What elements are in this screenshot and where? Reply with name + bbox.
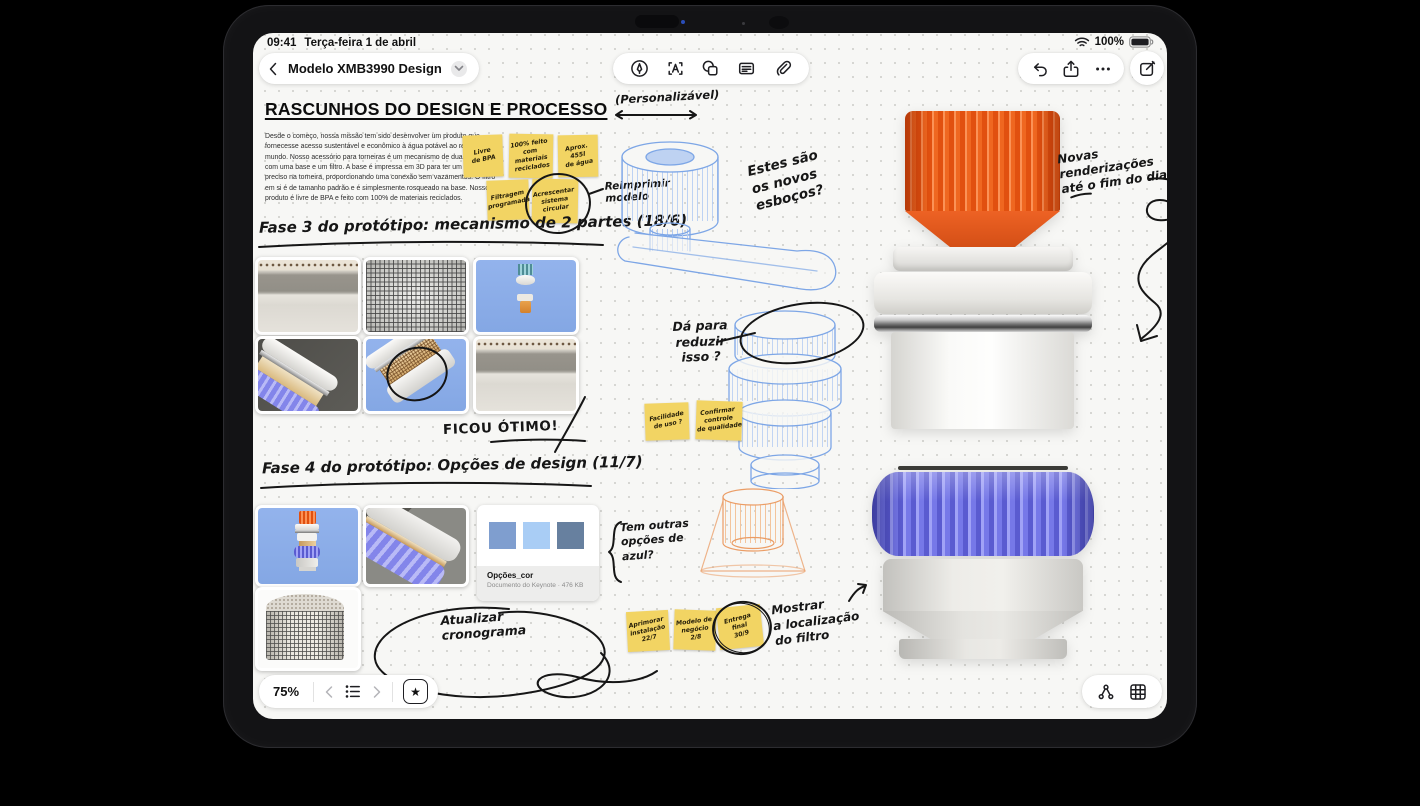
board-title-bar[interactable]: Modelo XMB3990 Design [259,53,479,84]
paperclip-icon[interactable] [773,59,792,78]
compose-icon [1138,59,1157,78]
color-swatches [477,505,599,549]
file-card-keynote[interactable]: Opções_cor Documento do Keynote · 476 KB [477,505,599,601]
intro-paragraph[interactable]: Desde o começo, nossa missão tem sido de… [265,132,496,205]
title-disclosure-button[interactable] [451,61,467,77]
file-name: Opções_cor [487,571,589,580]
note-personalizavel[interactable]: (Personalizável) [615,87,720,106]
sticky-note[interactable]: Confirmar controle de qualidade [695,400,742,441]
photo-thumbnail-filter-closeup[interactable] [255,257,361,335]
sticky-note[interactable]: Facilidade de uso ? [644,402,689,441]
ink-underline [257,239,605,249]
ink-brace [605,519,623,585]
tools-toolbar [613,53,809,84]
mic-dot [742,22,745,25]
sticky-note[interactable]: Modelo de negócio 2/8 [673,609,716,650]
status-time: 09:41 [267,37,296,49]
sticky-note[interactable]: Livre de BPA [462,134,503,177]
note-tem-outras[interactable]: Tem outras opções de azul? [620,517,692,565]
star-icon: ★ [410,685,421,699]
freeform-canvas[interactable]: 09:41 Terça-feira 1 de abril 100% Modelo… [253,33,1167,719]
swatch-lightblue [523,522,550,549]
more-icon[interactable] [1094,60,1112,78]
note-ficou-otimo[interactable]: FICOU ÓTIMO! [443,418,559,438]
text-box-icon[interactable] [666,59,685,78]
chevron-left-icon[interactable] [324,685,334,699]
new-board-button[interactable] [1130,51,1164,85]
ink-underline [489,437,587,445]
wifi-icon [1074,36,1090,48]
photo-thumbnail-purple-closeup[interactable] [363,505,469,587]
battery-percent: 100% [1095,36,1124,48]
status-date: Terça-feira 1 de abril [304,37,416,49]
page-title: RASCUNHOS DO DESIGN E PROCESSO [265,99,607,120]
photo-thumbnail-product-blue[interactable] [473,257,579,335]
ink-underline [1069,191,1093,199]
status-bar: 09:41 Terça-feira 1 de abril 100% [253,36,1167,52]
stage: 09:41 Terça-feira 1 de abril 100% Modelo… [0,0,1420,806]
file-meta: Documento do Keynote · 476 KB [487,582,589,589]
render-amber-ring [900,435,1066,465]
photo-thumbnail-full-product[interactable] [255,505,361,587]
swatch-slate [557,522,584,549]
actions-toolbar [1018,53,1124,84]
camera-indicator [681,20,685,24]
zoom-level[interactable]: 75% [269,684,303,699]
draw-pencil-icon[interactable] [630,59,649,78]
sticky-note[interactable]: Aprox. 455l de água [558,135,599,178]
render-purple-ring [872,472,1094,556]
sticky-note[interactable]: Aprimorar instalação 22/7 [626,610,670,652]
canvas-controls: 75% ★ [259,675,438,708]
favorite-star-button[interactable]: ★ [403,679,428,704]
fase4-heading[interactable]: Fase 4 do protótipo: Opções de design (1… [262,453,643,478]
render-orange-cap [905,111,1060,211]
back-icon[interactable] [267,61,279,77]
ink-loop-arrow [1093,173,1167,358]
boards-list-icon[interactable] [344,683,362,700]
ink-arrow-up [845,581,871,603]
chevron-down-icon [454,65,464,72]
sticky-note-icon[interactable] [737,59,756,78]
ink-underline [259,480,593,490]
orange-wireframe-sketch[interactable] [693,483,813,579]
shapes-icon[interactable] [701,59,720,78]
swatch-blue [489,522,516,549]
photo-thumbnail-mesh-cylinder[interactable] [255,587,361,671]
product-render[interactable] [875,111,1090,659]
view-controls [1082,675,1162,708]
sticky-note[interactable]: 100% feito com materiais reciclados [509,134,554,179]
front-camera [769,16,789,29]
grid-icon[interactable] [1129,683,1147,701]
photo-thumbnail-mesh-texture[interactable] [363,257,469,335]
chevron-right-icon[interactable] [372,685,382,699]
front-sensor [635,15,679,28]
undo-icon[interactable] [1031,60,1049,78]
ipad-device: 09:41 Terça-feira 1 de abril 100% Modelo… [223,5,1197,748]
photo-thumbnail-annotated[interactable] [363,336,469,414]
share-icon[interactable] [1061,59,1081,79]
connect-nodes-icon[interactable] [1097,683,1115,701]
photo-thumbnail-rings-angled[interactable] [255,336,361,414]
ink-cloud-scribble [709,597,775,659]
render-chrome-ring [874,315,1092,332]
battery-icon [1129,36,1154,48]
board-title[interactable]: Modelo XMB3990 Design [288,61,442,76]
